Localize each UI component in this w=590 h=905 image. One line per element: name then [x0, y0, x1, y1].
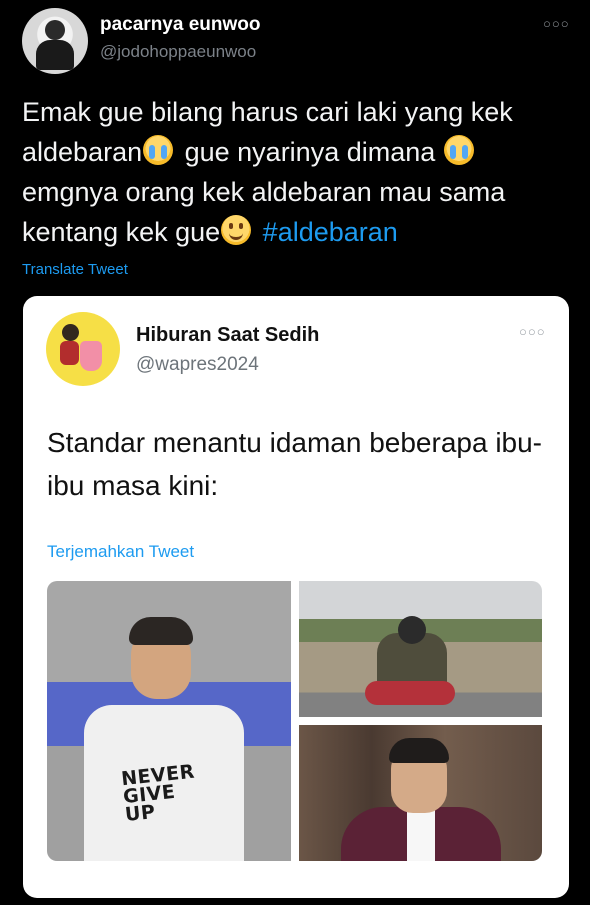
- quoted-handle[interactable]: @wapres2024: [136, 354, 259, 376]
- quoted-avatar[interactable]: [46, 312, 120, 386]
- photo-top-right[interactable]: [299, 581, 542, 717]
- photo-suit-shirt: [407, 807, 435, 861]
- photo-bottom-right[interactable]: [299, 725, 542, 861]
- handle[interactable]: @jodohoppaeunwoo: [100, 42, 256, 62]
- quoted-translate-link[interactable]: Terjemahkan Tweet: [47, 542, 194, 562]
- quoted-display-name[interactable]: Hiburan Saat Sedih: [136, 324, 319, 347]
- photo-hair: [129, 617, 193, 645]
- avatar-person-body: [60, 341, 79, 365]
- photo-suit-hair: [389, 738, 449, 763]
- photo-grid: NEVER GIVE UP: [47, 581, 542, 861]
- shirt-text: NEVER GIVE UP: [120, 760, 196, 827]
- translate-tweet-link[interactable]: Translate Tweet: [22, 261, 128, 278]
- avatar[interactable]: [22, 8, 88, 74]
- outer-tweet-header: pacarnya eunwoo @jodohoppaeunwoo ○○○: [0, 0, 590, 80]
- loudly-crying-emoji-icon: [143, 135, 174, 165]
- photo-rider-head: [398, 616, 426, 644]
- slightly-smiling-emoji-icon: [221, 215, 252, 245]
- display-name[interactable]: pacarnya eunwoo: [100, 14, 261, 36]
- quoted-tweet-card[interactable]: Hiburan Saat Sedih @wapres2024 ○○○ Stand…: [23, 296, 569, 898]
- tweet-text-part2: gue nyarinya dimana: [177, 137, 443, 167]
- hashtag-link[interactable]: #aldebaran: [263, 217, 398, 247]
- loudly-crying-emoji-icon: [443, 135, 474, 165]
- quoted-tweet-text: Standar menantu idaman beberapa ibu-ibu …: [47, 427, 543, 501]
- avatar-head: [45, 20, 65, 40]
- avatar-body: [36, 40, 74, 70]
- photo-left[interactable]: NEVER GIVE UP: [47, 581, 291, 861]
- avatar-person-head: [62, 324, 79, 341]
- photo-bike: [365, 681, 455, 705]
- tweet-text: Emak gue bilang harus cari laki yang kek…: [22, 92, 572, 252]
- quoted-more-icon[interactable]: ○○○: [519, 324, 546, 339]
- avatar-toilet: [80, 341, 102, 371]
- more-icon[interactable]: ○○○: [543, 16, 570, 31]
